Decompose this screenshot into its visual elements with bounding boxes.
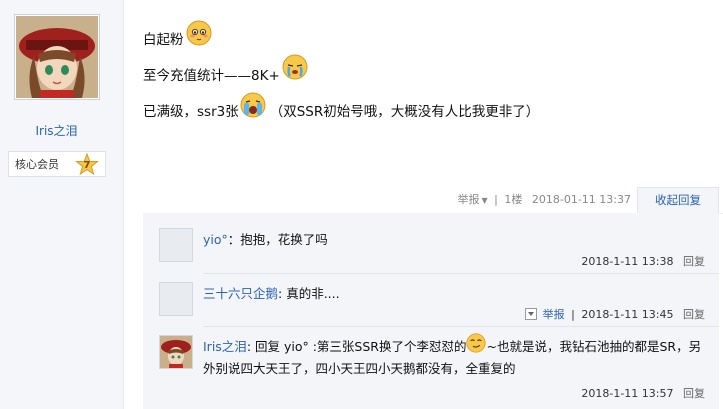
reply-separator: : bbox=[278, 286, 287, 301]
floor-number: 1楼 bbox=[504, 193, 523, 206]
reply-meta: 2018-1-11 13:57 回复 bbox=[581, 385, 705, 401]
post-line-1: 白起粉 bbox=[143, 20, 212, 48]
reply-avatar[interactable] bbox=[159, 335, 193, 369]
reply-separator: ： bbox=[227, 232, 241, 247]
reply-time: 2018-1-11 13:57 bbox=[581, 387, 674, 400]
smirk-face-emoji-icon bbox=[466, 333, 487, 353]
reply-time: 2018-1-11 13:45 bbox=[581, 308, 674, 321]
level-star-icon: 7 bbox=[75, 152, 99, 177]
reply-divider bbox=[203, 326, 719, 327]
level-number: 7 bbox=[83, 160, 91, 171]
reply-button[interactable]: 回复 bbox=[683, 308, 705, 321]
shy-face-emoji-icon bbox=[186, 20, 211, 46]
post-text-3a: 已满级，ssr3张 bbox=[143, 104, 239, 120]
reply-body-a: 回复 yio° :第三张SSR换了个李怼怼的 bbox=[255, 339, 467, 354]
author-name[interactable]: Iris之泪 bbox=[0, 122, 113, 139]
reply-author[interactable]: yio° bbox=[203, 232, 228, 247]
chevron-down-icon[interactable] bbox=[524, 308, 537, 320]
reply-time: 2018-1-11 13:38 bbox=[581, 255, 674, 268]
reply-button[interactable]: 回复 bbox=[683, 387, 705, 400]
reply-body: 抱抱，花换了吗 bbox=[240, 232, 328, 247]
post-time: 2018-01-11 13:37 bbox=[531, 193, 631, 206]
reply-body: 真的非.... bbox=[286, 286, 340, 301]
author-avatar[interactable] bbox=[14, 14, 100, 100]
reply-author[interactable]: Iris之泪 bbox=[203, 339, 247, 354]
author-sidebar: Iris之泪 核心会员 7 bbox=[0, 0, 124, 409]
crying-face-emoji-icon bbox=[282, 54, 308, 80]
report-dropdown-icon[interactable]: ▼ bbox=[482, 196, 488, 205]
post-meta-row: 举报 ▼ | 1楼 2018-01-11 13:37 收起回复 bbox=[143, 187, 723, 214]
reply-text: yio°：抱抱，花换了吗 bbox=[203, 229, 705, 251]
member-badge-label: 核心会员 bbox=[15, 158, 59, 171]
reply-text: 三十六只企鹅: 真的非.... bbox=[203, 283, 705, 305]
reply-meta: 2018-1-11 13:38 回复 bbox=[581, 253, 705, 269]
reply-item: yio°：抱抱，花换了吗 2018-1-11 13:38 回复 bbox=[159, 228, 705, 268]
reply-meta: 举报 | 2018-1-11 13:45 回复 bbox=[524, 306, 705, 322]
reply-divider bbox=[203, 273, 719, 274]
post-text-3b: （双SSR初始号哦，大概没有人比我更非了） bbox=[269, 104, 540, 120]
reply-button[interactable]: 回复 bbox=[683, 255, 705, 268]
report-link[interactable]: 举报 bbox=[458, 193, 480, 206]
reply-item: Iris之泪: 回复 yio° :第三张SSR换了个李怼怼的 ~也就是说，我钻石… bbox=[159, 333, 705, 405]
reply-avatar[interactable] bbox=[159, 228, 193, 262]
reply-report-link[interactable]: 举报 bbox=[543, 308, 565, 321]
member-badge: 核心会员 7 bbox=[8, 151, 106, 177]
reply-list: yio°：抱抱，花换了吗 2018-1-11 13:38 回复 三十六只企鹅: … bbox=[143, 213, 719, 409]
post-line-3: 已满级，ssr3张 （双SSR初始号哦，大概没有人比我更非了） bbox=[143, 92, 540, 120]
reply-text: Iris之泪: 回复 yio° :第三张SSR换了个李怼怼的 ~也就是说，我钻石… bbox=[203, 333, 705, 380]
wailing-face-emoji-icon bbox=[240, 92, 266, 118]
post-line-2: 至今充值统计——8K+ bbox=[143, 54, 308, 84]
collapse-replies-button[interactable]: 收起回复 bbox=[637, 187, 719, 213]
post-text-1: 白起粉 bbox=[143, 32, 184, 48]
reply-item: 三十六只企鹅: 真的非.... 举报 | 2018-1-11 13:45 回复 bbox=[159, 282, 705, 322]
post-text-2: 至今充值统计——8K+ bbox=[143, 68, 280, 84]
reply-author[interactable]: 三十六只企鹅 bbox=[203, 286, 278, 301]
post-meta: 举报 ▼ | 1楼 2018-01-11 13:37 bbox=[457, 193, 632, 206]
reply-separator: : bbox=[246, 339, 255, 354]
reply-avatar[interactable] bbox=[159, 282, 193, 316]
